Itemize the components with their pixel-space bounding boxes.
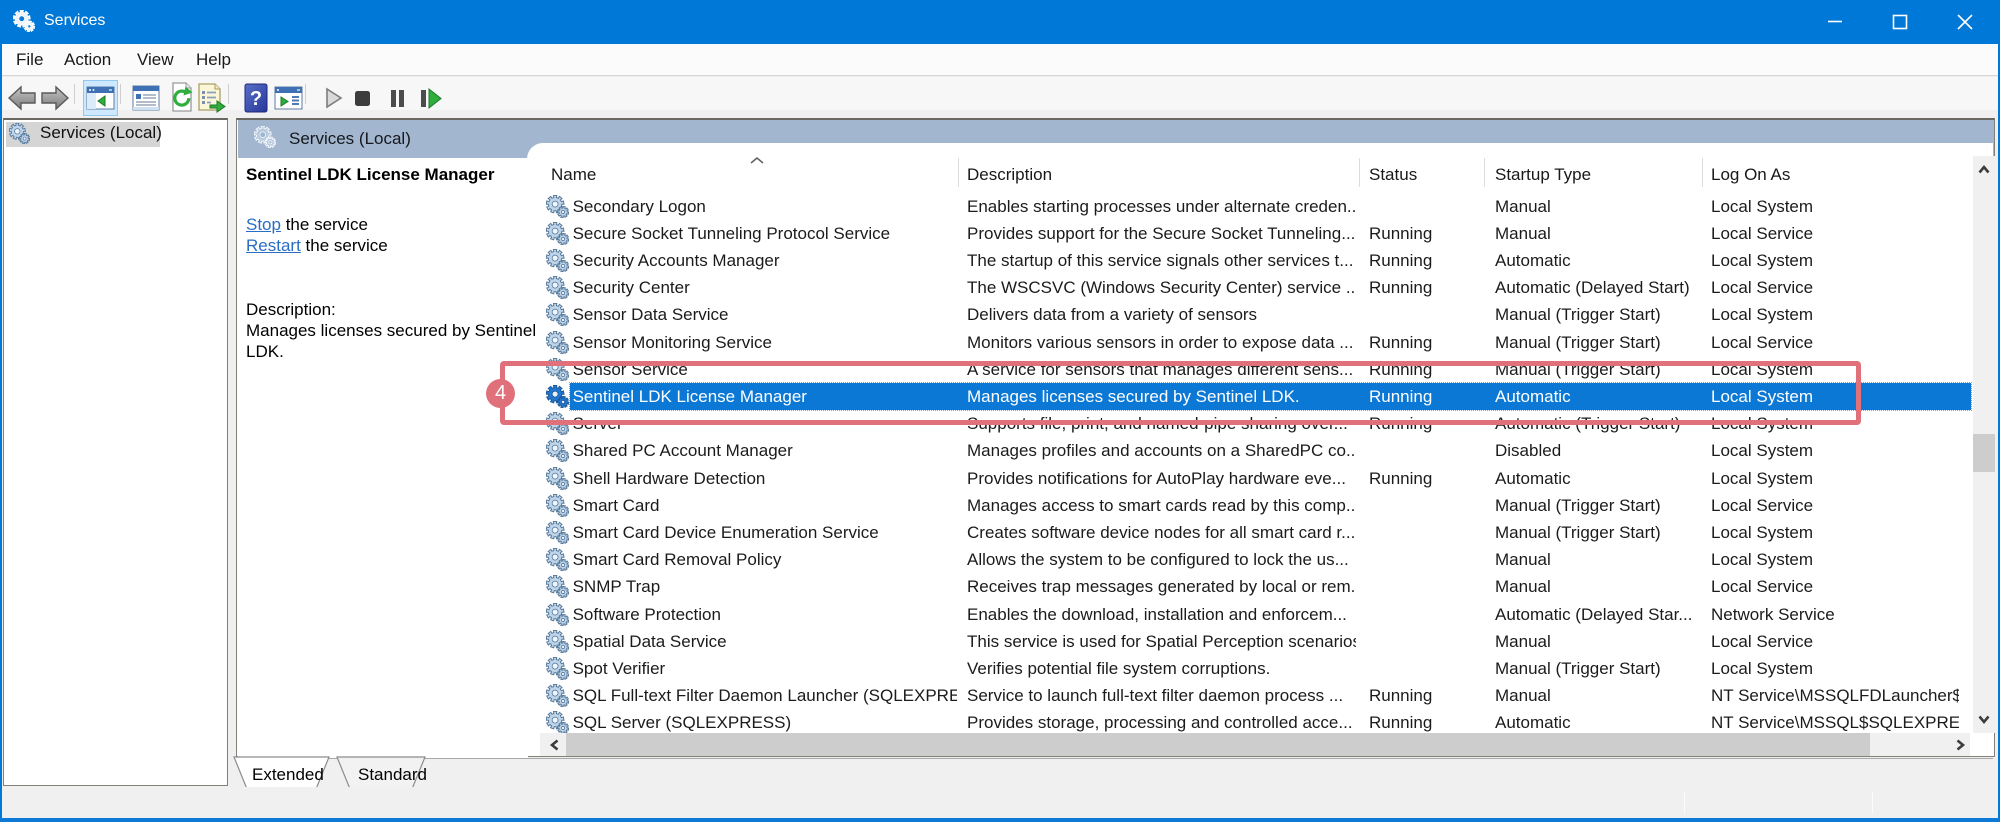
svg-text:?: ? [250,88,262,110]
